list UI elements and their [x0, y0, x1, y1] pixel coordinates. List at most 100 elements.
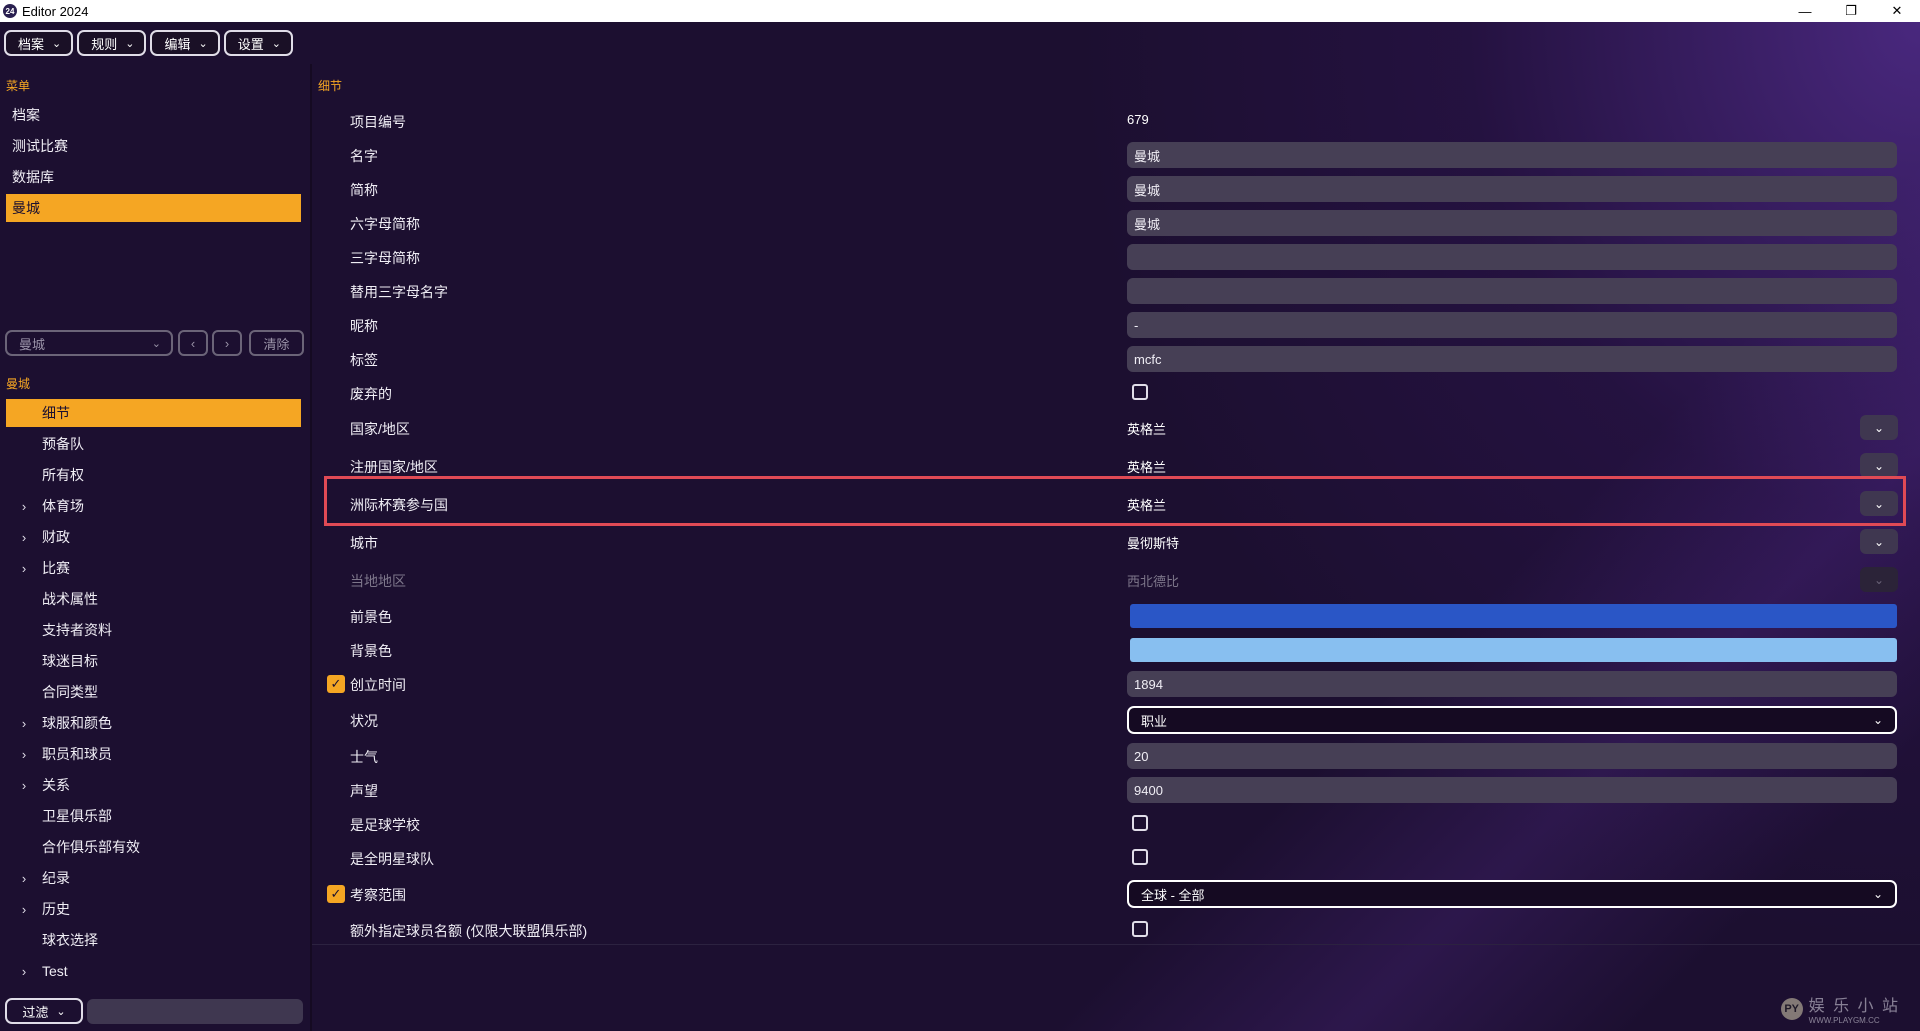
watermark-title: 娱 乐 小 站: [1808, 998, 1900, 1015]
dropdown[interactable]: 职业 ⌄: [1127, 706, 1897, 734]
panel-divider: [310, 64, 312, 1031]
tree-item[interactable]: › 历史: [6, 895, 301, 923]
text-input[interactable]: 1894: [1127, 671, 1897, 697]
text-input[interactable]: [1127, 244, 1897, 270]
sidebar-item[interactable]: 测试比赛: [6, 132, 301, 160]
form-row: 城市 曼彻斯特 ⌄: [322, 526, 1902, 556]
text-input[interactable]: 9400: [1127, 777, 1897, 803]
field-label: 注册国家/地区: [350, 459, 438, 475]
tree-item[interactable]: › 比赛: [6, 554, 301, 582]
form-row: 士气 20: [322, 740, 1902, 770]
form-row: 简称 曼城: [322, 173, 1902, 203]
tree-item[interactable]: › 关系: [6, 771, 301, 799]
chevron-down-icon: ⌄: [1872, 713, 1883, 727]
text-input[interactable]: 曼城: [1127, 210, 1897, 236]
tree-item-label: 预备队: [42, 436, 84, 452]
color-swatch[interactable]: [1130, 638, 1897, 662]
field-label: 是足球学校: [350, 817, 420, 833]
select-dropdown-button[interactable]: ⌄: [1860, 453, 1898, 478]
form-row: 替用三字母名字: [322, 275, 1902, 305]
tree-item[interactable]: 所有权: [6, 461, 301, 489]
input-value: 9400: [1134, 782, 1163, 798]
menu-4-button[interactable]: 设置 ⌄: [223, 30, 293, 56]
tree-item[interactable]: › 体育场: [6, 492, 301, 520]
select-dropdown-button[interactable]: ⌄: [1860, 415, 1898, 440]
form-row: 废弃的: [322, 377, 1902, 407]
select-value: 西北德比: [1127, 574, 1180, 589]
filter-input[interactable]: [87, 999, 303, 1024]
tree-item[interactable]: 卫星俱乐部: [6, 802, 301, 830]
tree-item[interactable]: 细节: [6, 399, 301, 427]
tree-item-label: 球衣选择: [42, 932, 98, 948]
tree-item[interactable]: › Test: [6, 957, 301, 985]
chevron-right-icon: ›: [21, 870, 27, 886]
checkbox[interactable]: [1132, 849, 1148, 865]
chevron-right-icon: ›: [224, 335, 230, 351]
text-input[interactable]: 20: [1127, 743, 1897, 769]
chevron-left-icon: ‹: [190, 335, 196, 351]
checkbox[interactable]: [1132, 384, 1148, 400]
checkbox[interactable]: [1132, 921, 1148, 937]
prev-button[interactable]: ‹: [178, 330, 208, 356]
minimize-button[interactable]: —: [1782, 0, 1828, 22]
form-row: 当地地区 西北德比 ⌄: [322, 564, 1902, 594]
details-section-label: 细节: [318, 79, 343, 93]
dropdown[interactable]: 全球 - 全部 ⌄: [1127, 880, 1897, 908]
text-input[interactable]: mcfc: [1127, 346, 1897, 372]
sidebar-item[interactable]: 档案: [6, 101, 301, 129]
tree-item[interactable]: › 财政: [6, 523, 301, 551]
form-row: 声望 9400: [322, 774, 1902, 804]
field-label: 国家/地区: [350, 421, 410, 437]
tree-item[interactable]: 球衣选择: [6, 926, 301, 954]
field-label: 声望: [350, 783, 378, 799]
select-value: 曼彻斯特: [1127, 536, 1180, 551]
menu-label: 规则: [91, 36, 118, 52]
tree-item[interactable]: › 职员和球员: [6, 740, 301, 768]
color-swatch[interactable]: [1130, 604, 1897, 628]
tree-item[interactable]: › 纪录: [6, 864, 301, 892]
row-enable-checkbox[interactable]: ✓: [327, 675, 345, 693]
menu-2-button[interactable]: 规则 ⌄: [77, 30, 147, 56]
tree-item[interactable]: 预备队: [6, 430, 301, 458]
tree-item[interactable]: 战术属性: [6, 585, 301, 613]
menu-3-button[interactable]: 编辑 ⌄: [150, 30, 220, 56]
check-icon: ✓: [330, 886, 342, 901]
tree-item[interactable]: 球迷目标: [6, 647, 301, 675]
menu-section-label: 菜单: [6, 79, 31, 93]
row-enable-checkbox[interactable]: ✓: [327, 885, 345, 903]
tree-item[interactable]: › 球服和颜色: [6, 709, 301, 737]
form-row: 三字母简称: [322, 241, 1902, 271]
sidebar-item[interactable]: 数据库: [6, 163, 301, 191]
tree-item[interactable]: 合作俱乐部有效: [6, 833, 301, 861]
window-title: Editor 2024: [22, 3, 89, 19]
close-button[interactable]: ✕: [1874, 0, 1920, 22]
form-row: 前景色: [322, 600, 1902, 630]
field-label: 替用三字母名字: [350, 284, 448, 300]
text-input[interactable]: 曼城: [1127, 142, 1897, 168]
dropdown-value: 职业: [1141, 713, 1168, 729]
restore-button[interactable]: ❐: [1828, 0, 1874, 22]
sidebar-item[interactable]: 曼城: [6, 194, 301, 222]
select-dropdown-button[interactable]: ⌄: [1860, 529, 1898, 554]
field-label: 考察范围: [350, 887, 406, 903]
form-row: 是全明星球队: [322, 842, 1902, 872]
next-button[interactable]: ›: [212, 330, 242, 356]
chevron-down-icon: ⌄: [151, 337, 161, 350]
tree-item[interactable]: 支持者资料: [6, 616, 301, 644]
chevron-right-icon: ›: [21, 715, 27, 731]
checkbox[interactable]: [1132, 815, 1148, 831]
field-label: 三字母简称: [350, 250, 420, 266]
clear-button[interactable]: 清除: [249, 330, 304, 356]
menu-1-button[interactable]: 档案 ⌄: [4, 30, 74, 56]
field-label: 六字母简称: [350, 216, 420, 232]
club-select[interactable]: 曼城 ⌄: [5, 330, 173, 356]
text-input[interactable]: -: [1127, 312, 1897, 338]
text-input[interactable]: 曼城: [1127, 176, 1897, 202]
watermark-logo: PY: [1780, 997, 1803, 1020]
filter-button[interactable]: 过滤 ⌄: [5, 998, 83, 1024]
tree-item-label: 细节: [42, 405, 70, 421]
text-input[interactable]: [1127, 278, 1897, 304]
form-row: 六字母简称 曼城: [322, 207, 1902, 237]
chevron-down-icon: ⌄: [198, 37, 208, 50]
tree-item[interactable]: 合同类型: [6, 678, 301, 706]
